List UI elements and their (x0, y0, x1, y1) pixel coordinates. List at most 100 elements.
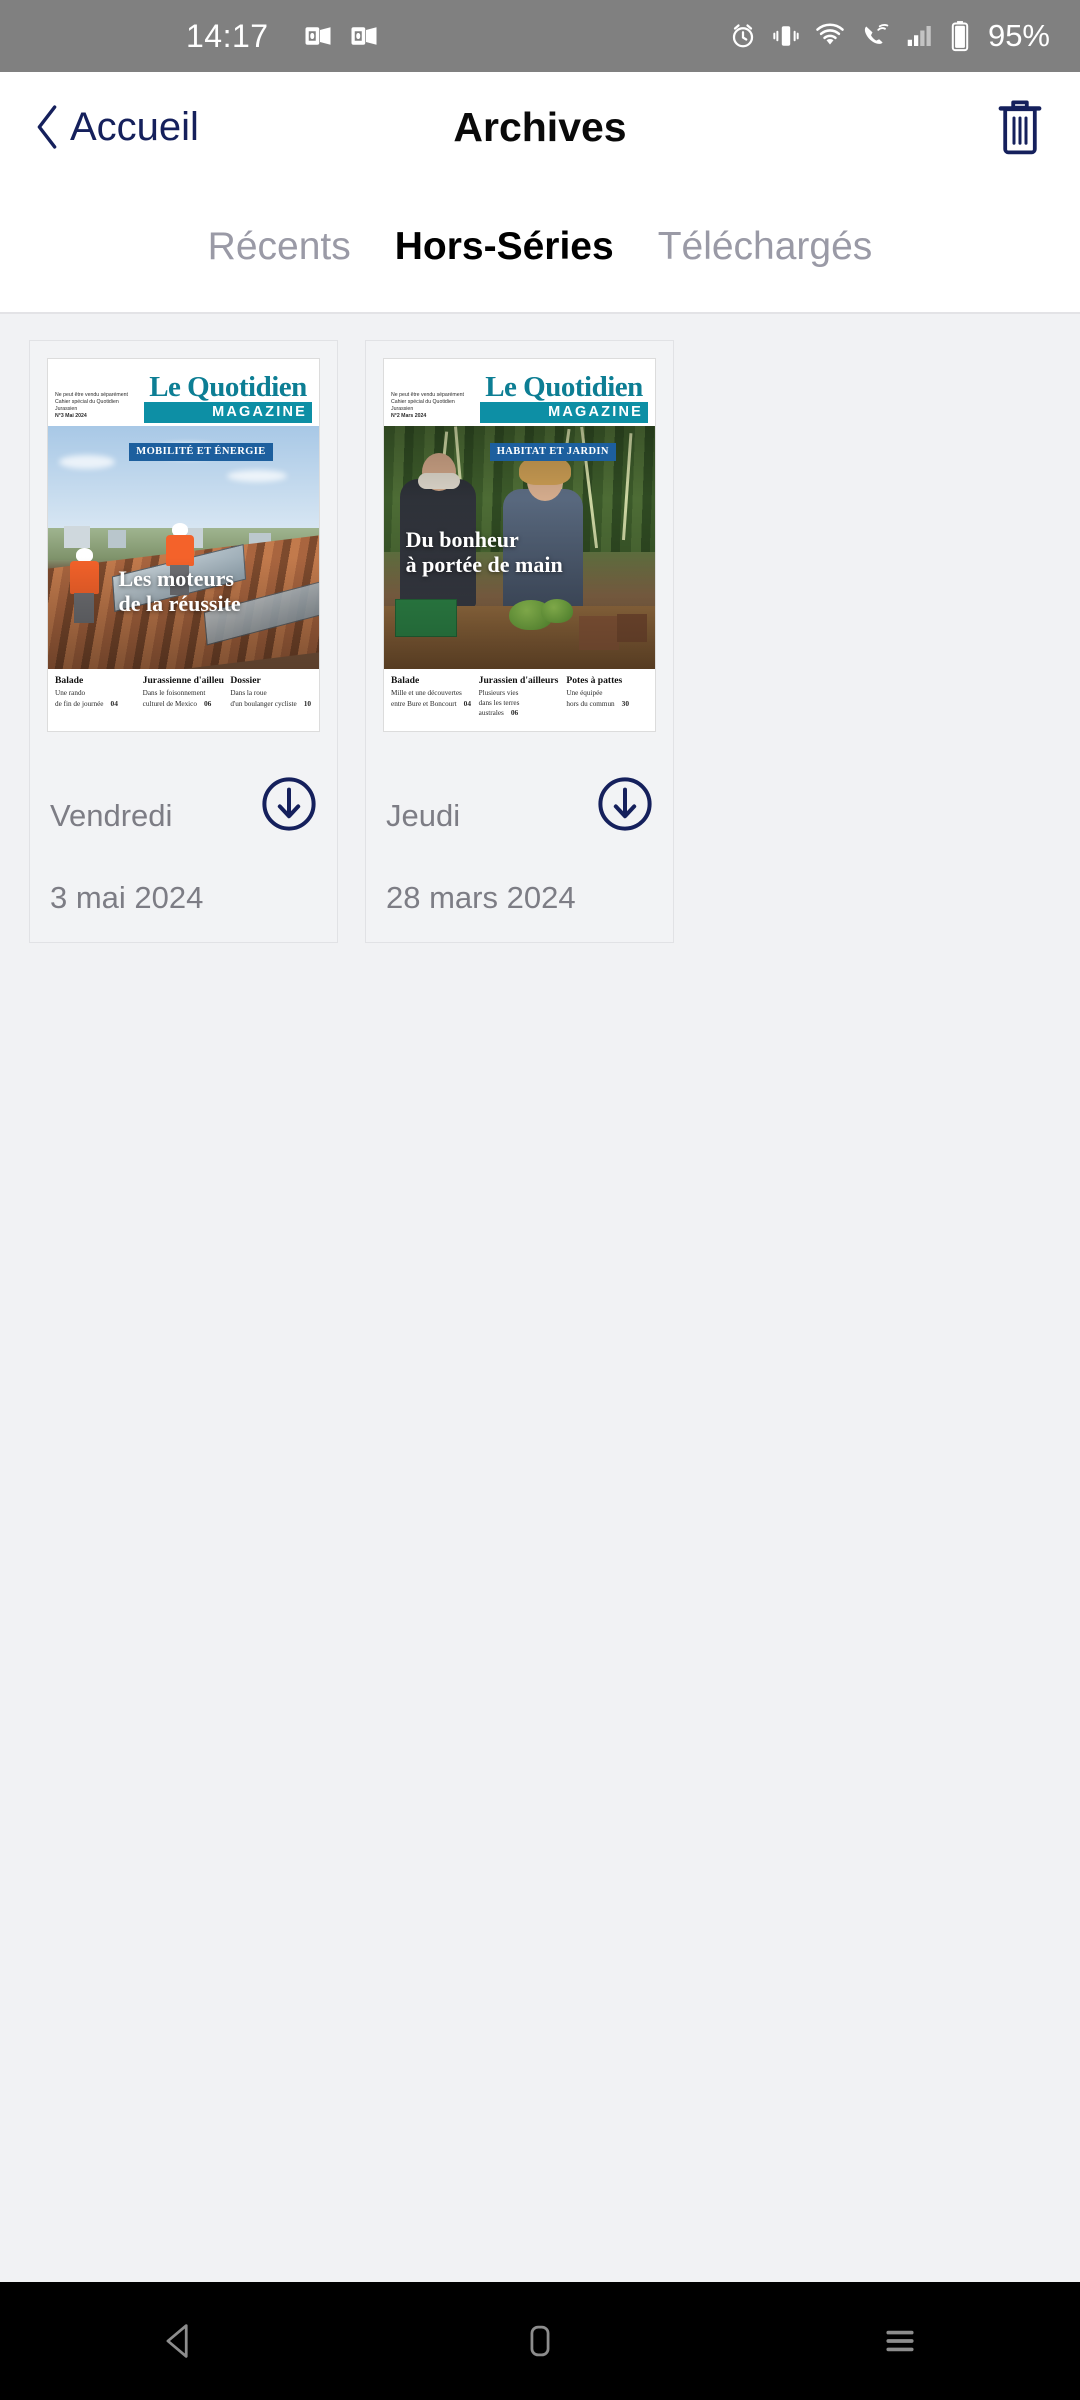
teaser-page: 10 (303, 698, 312, 708)
cover-masthead: Ne peut être vendu séparément Cahier spé… (384, 359, 655, 426)
issue-card[interactable]: Ne peut être vendu séparément Cahier spé… (365, 340, 674, 943)
cover-logo-subtitle: MAGAZINE (144, 402, 312, 423)
back-button-label: Accueil (70, 104, 199, 149)
system-home-button[interactable] (465, 2319, 615, 2363)
issue-card-footer: Jeudi 28 mars 2024 (366, 732, 673, 942)
cover-teaser: Balade Mille et une découvertes entre Bu… (391, 675, 473, 724)
status-bar-time: 14:17 (186, 17, 269, 54)
cover-fineprint: Ne peut être vendu séparément Cahier spé… (55, 392, 141, 423)
issue-grid: Ne peut être vendu séparément Cahier spé… (0, 340, 1080, 943)
teaser-line-1: Dans la roue (230, 689, 267, 697)
cover-teaser: Jurassien d'ailleurs Plusieurs vies dans… (479, 675, 561, 724)
teaser-title: Balade (55, 675, 84, 686)
status-bar: 14:17 95% (0, 0, 1080, 72)
teaser-line-1: Dans le foisonnement (142, 689, 206, 697)
wifi-icon (814, 20, 846, 52)
teaser-body: Mille et une découvertes entre Bure et B… (391, 689, 473, 709)
tab-bar: Récents Hors-Séries Téléchargés (0, 182, 1080, 314)
teaser-line-2: entre Bure et Boncourt (391, 699, 457, 708)
teaser-body: Une équipée hors du commun 30 (566, 689, 648, 709)
chevron-left-icon (34, 104, 60, 150)
teaser-body: Plusieurs vies dans les terres australes… (479, 689, 561, 719)
system-navigation-bar (0, 2282, 1080, 2400)
teaser-line-1: Mille et une découvertes (391, 689, 462, 697)
recents-lines-icon (878, 2319, 922, 2363)
app-root: 14:17 95% Accueil Archives Récents Hors-… (0, 0, 1080, 2400)
status-bar-notification-icons (303, 21, 379, 51)
cover-photo-art-rooftop (48, 426, 319, 669)
outlook-icon (349, 21, 379, 51)
fineprint-issue-number: N°2 Mars 2024 (391, 413, 427, 419)
tab-telecharges[interactable]: Téléchargés (658, 225, 873, 269)
cover-fineprint: Ne peut être vendu séparément Cahier spé… (391, 392, 477, 423)
signal-icon (904, 21, 934, 51)
cover-category-badge: MOBILITÉ ET ÉNERGIE (129, 443, 273, 461)
cover-teasers: Balade Mille et une découvertes entre Bu… (384, 669, 655, 731)
issue-date-value: 3 mai 2024 (50, 880, 204, 915)
alarm-icon (728, 21, 758, 51)
teaser-body: Dans le foisonnement culturel de Mexico 0… (143, 689, 225, 709)
nav-bar: Accueil Archives (0, 72, 1080, 182)
teaser-title: Jurassien d'ailleurs (478, 675, 559, 686)
system-back-button[interactable] (105, 2319, 255, 2363)
cover-teaser: Dossier Dans la roue d'un boulanger cycl… (230, 675, 312, 724)
issue-date: Vendredi 3 mai 2024 (50, 754, 203, 918)
download-circle-icon[interactable] (597, 776, 653, 832)
teaser-title: Jurassienne d'ailleurs (142, 675, 225, 686)
teaser-title: Potes à pattes (566, 675, 623, 686)
archives-content: Ne peut être vendu séparément Cahier spé… (0, 314, 1080, 2282)
teaser-line-2: hors du commun (566, 699, 615, 708)
teaser-page: 04 (110, 698, 118, 708)
cover-logo-subtitle: MAGAZINE (480, 402, 648, 423)
cover-photo: HABITAT ET JARDIN Du bonheur à portée de… (384, 426, 655, 669)
cover-wrapper: Ne peut être vendu séparément Cahier spé… (366, 341, 673, 732)
cover-wrapper: Ne peut être vendu séparément Cahier spé… (30, 341, 337, 732)
cover-teasers: Balade Une rando de fin de journée 04 Jur… (48, 669, 319, 731)
system-recents-button[interactable] (825, 2319, 975, 2363)
teaser-line-1: Une rando (55, 689, 86, 697)
teaser-body: Dans la roue d'un boulanger cycliste 10 (230, 689, 312, 709)
cover-photo: MOBILITÉ ET ÉNERGIE Les moteurs de la ré… (48, 426, 319, 669)
fineprint-line-1: Ne peut être vendu séparément (55, 392, 128, 398)
issue-day: Vendredi (50, 798, 173, 833)
download-circle-icon[interactable] (261, 776, 317, 832)
issue-card[interactable]: Ne peut être vendu séparément Cahier spé… (29, 340, 338, 943)
cover-logo: Le Quotidien MAGAZINE (480, 371, 648, 423)
teaser-line-2: d'un boulanger cycliste (230, 699, 297, 708)
teaser-title: Dossier (230, 675, 261, 686)
back-triangle-icon (158, 2319, 202, 2363)
teaser-page: 30 (621, 698, 630, 708)
fineprint-issue-number: N°3 Mai 2024 (55, 413, 87, 419)
teaser-title: Balade (391, 675, 420, 686)
cover-category-badge: HABITAT ET JARDIN (489, 443, 616, 461)
cover-teaser: Potes à pattes Une équipée hors du commu… (566, 675, 648, 724)
cover-masthead: Ne peut être vendu séparément Cahier spé… (48, 359, 319, 426)
back-button[interactable]: Accueil (34, 104, 199, 150)
cover-logo: Le Quotidien MAGAZINE (144, 371, 312, 423)
outlook-icon (303, 21, 333, 51)
cover-headline: Du bonheur à portée de main (405, 527, 563, 577)
status-bar-system-icons: 95% (728, 18, 1050, 54)
magazine-cover: Ne peut être vendu séparément Cahier spé… (47, 358, 320, 732)
cover-logo-title: Le Quotidien (485, 371, 643, 404)
fineprint-line-2: Cahier spécial du Quotidien Jurassien (391, 399, 455, 412)
issue-date-value: 28 mars 2024 (386, 880, 576, 915)
battery-percent-label: 95% (987, 18, 1050, 53)
teaser-page: 06 (203, 698, 212, 708)
tab-hors-series[interactable]: Hors-Séries (395, 225, 614, 269)
teaser-line-2: de fin de journée (55, 699, 104, 708)
teaser-page: 06 (510, 708, 519, 717)
tab-recents[interactable]: Récents (208, 225, 351, 269)
issue-card-footer: Vendredi 3 mai 2024 (30, 732, 337, 942)
fineprint-line-2: Cahier spécial du Quotidien Jurassien (55, 399, 119, 412)
cover-headline: Les moteurs de la réussite (118, 565, 241, 616)
teaser-body: Une rando de fin de journée 04 (55, 689, 137, 709)
trash-icon[interactable] (994, 98, 1046, 156)
cover-logo-title: Le Quotidien (149, 371, 307, 404)
wifi-calling-icon (860, 21, 890, 51)
teaser-line-1: Une équipée (566, 689, 603, 697)
fineprint-line-1: Ne peut être vendu séparément (391, 392, 464, 398)
cover-teaser: Jurassienne d'ailleurs Dans le foisonnem… (143, 675, 225, 724)
vibrate-icon (772, 22, 800, 50)
teaser-page: 04 (463, 698, 472, 708)
